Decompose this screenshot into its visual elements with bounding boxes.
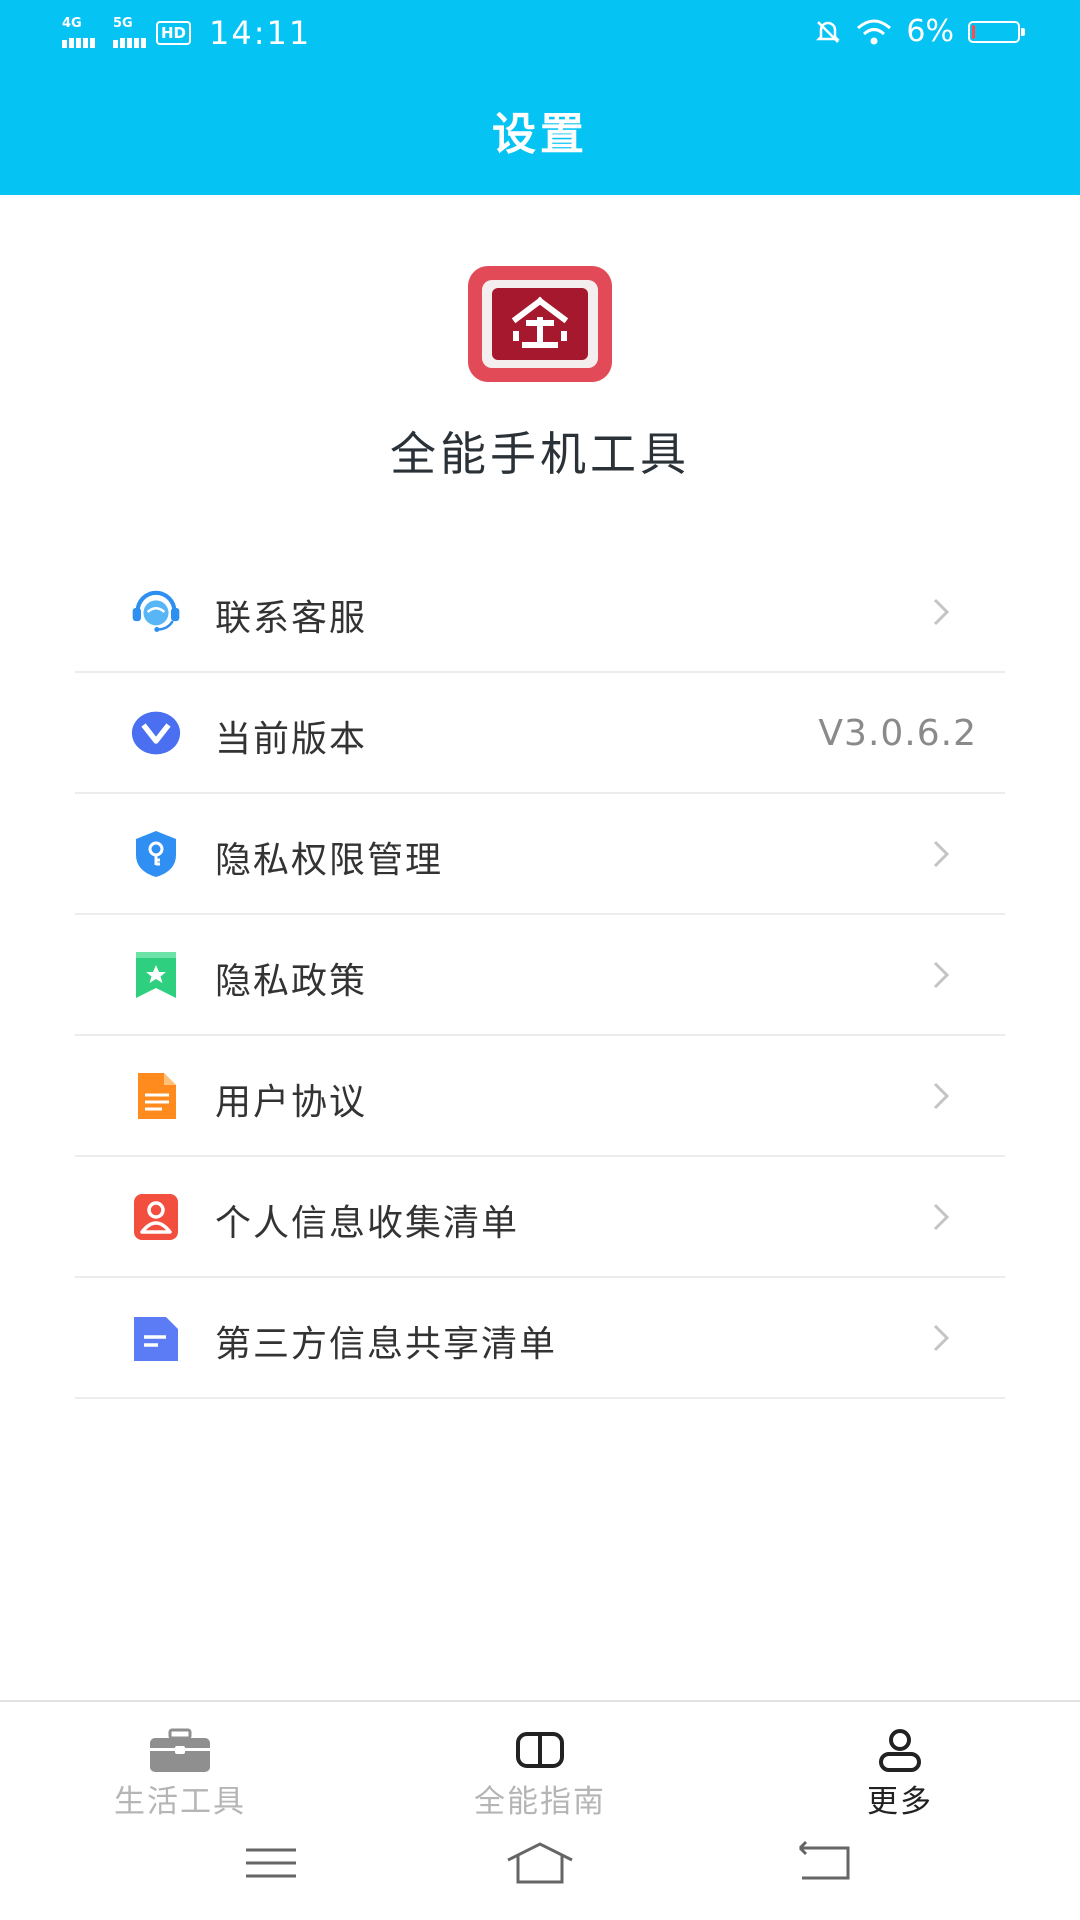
chevron-right-icon xyxy=(933,1324,950,1352)
chevron-right-icon xyxy=(933,1082,950,1110)
mute-bell-icon xyxy=(816,20,841,43)
settings-item-personal-info-list[interactable]: 个人信息收集清单 xyxy=(75,1157,1005,1278)
settings-item-privacy-policy[interactable]: 隐私政策 xyxy=(75,915,1005,1036)
settings-item-label: 当前版本 xyxy=(215,719,368,760)
toolbox-icon xyxy=(150,1728,210,1772)
chevron-right-icon xyxy=(933,840,950,868)
battery-percent: 6% xyxy=(906,14,954,49)
settings-item-user-agreement[interactable]: 用户协议 xyxy=(75,1036,1005,1157)
tab-label: 生活工具 xyxy=(114,1784,246,1820)
chevron-right-icon xyxy=(933,598,950,626)
chevron-right-icon xyxy=(933,1203,950,1231)
hd-icon: HD xyxy=(156,21,192,45)
settings-item-contact-support[interactable]: 联系客服 xyxy=(75,552,1005,673)
settings-item-label: 第三方信息共享清单 xyxy=(215,1324,558,1365)
tab-life-tools[interactable]: 生活工具 xyxy=(0,1702,360,1820)
tab-more[interactable]: 更多 xyxy=(720,1702,1080,1820)
settings-list: 联系客服 当前版本 V3.0.6.2 隐私权限管理 隐私政策 用户协议 个人信息… xyxy=(75,552,1005,1399)
user-icon xyxy=(879,1729,921,1772)
settings-item-label: 个人信息收集清单 xyxy=(215,1203,520,1244)
signal-5g-icon: 5G xyxy=(113,16,146,48)
signal-4g-icon: 4G xyxy=(62,16,95,48)
person-icon xyxy=(131,1192,181,1242)
tab-guide[interactable]: 全能指南 xyxy=(360,1702,720,1820)
book-icon xyxy=(516,1732,564,1768)
customer-service-icon xyxy=(131,587,181,637)
list-doc-icon xyxy=(131,1313,181,1363)
settings-item-privacy-permissions[interactable]: 隐私权限管理 xyxy=(75,794,1005,915)
battery-icon xyxy=(968,20,1025,43)
wifi-icon xyxy=(857,19,892,44)
settings-item-label: 隐私权限管理 xyxy=(215,840,444,881)
settings-item-label: 隐私政策 xyxy=(215,961,368,1002)
status-bar: 4G 5G HD 14:11 6% xyxy=(0,0,1080,66)
policy-bookmark-icon xyxy=(131,950,181,1000)
version-icon xyxy=(131,708,181,758)
chevron-right-icon xyxy=(933,961,950,989)
app-header: 4G 5G HD 14:11 6% 设置 xyxy=(0,0,1080,195)
settings-item-label: 联系客服 xyxy=(215,598,368,639)
settings-item-third-party-sharing[interactable]: 第三方信息共享清单 xyxy=(75,1278,1005,1399)
app-logo xyxy=(468,266,612,382)
app-logo-glyph-icon xyxy=(511,296,569,348)
back-icon[interactable] xyxy=(784,1838,864,1888)
tab-label: 全能指南 xyxy=(474,1784,606,1820)
status-time: 14:11 xyxy=(209,14,312,52)
tab-label: 更多 xyxy=(867,1784,933,1820)
system-navigation-bar xyxy=(0,1820,1080,1920)
bottom-navigation: 生活工具 全能指南 更多 xyxy=(0,1700,1080,1820)
page-title: 设置 xyxy=(492,109,588,160)
privacy-shield-icon xyxy=(131,829,181,879)
menu-icon[interactable] xyxy=(231,1838,311,1888)
version-value: V3.0.6.2 xyxy=(818,713,977,754)
settings-item-current-version[interactable]: 当前版本 V3.0.6.2 xyxy=(75,673,1005,794)
app-name: 全能手机工具 xyxy=(390,427,690,481)
document-icon xyxy=(131,1071,181,1121)
settings-item-label: 用户协议 xyxy=(215,1082,368,1123)
home-icon[interactable] xyxy=(500,1838,580,1888)
